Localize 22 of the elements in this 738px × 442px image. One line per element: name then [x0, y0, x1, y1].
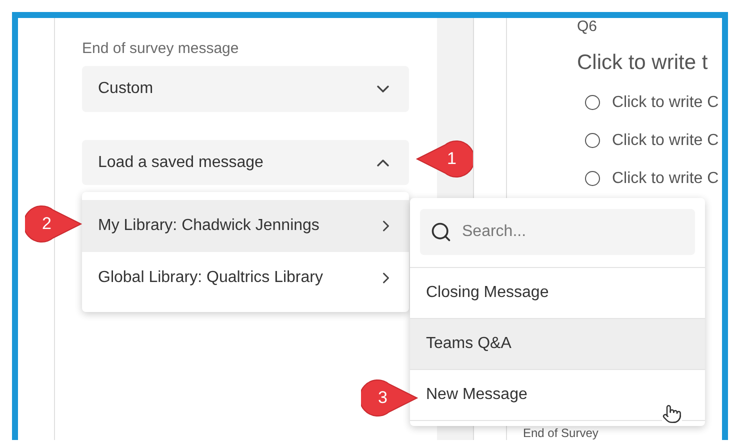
choice-text: Click to write C: [612, 92, 719, 112]
library-menu-item[interactable]: My Library: Chadwick Jennings: [82, 200, 409, 252]
radio-button[interactable]: [585, 95, 600, 110]
step-callout: 3: [361, 378, 419, 418]
message-menu-item[interactable]: Teams Q&A: [410, 319, 705, 370]
search-field[interactable]: Search...: [420, 209, 695, 255]
message-menu-item[interactable]: Closing Message: [410, 268, 705, 319]
radio-button[interactable]: [585, 133, 600, 148]
end-of-survey-label: End of Survey: [523, 426, 598, 440]
field-label: End of survey message: [82, 40, 240, 58]
question-number: Q6: [577, 19, 598, 34]
message-select[interactable]: Custom: [82, 66, 409, 112]
saved-message-select[interactable]: Load a saved message: [82, 140, 409, 185]
library-menu-item[interactable]: Global Library: Qualtrics Library: [82, 252, 409, 304]
step-callout: 2: [25, 204, 83, 244]
question-text: Click to write t: [577, 50, 709, 76]
choice-text: Click to write C: [612, 168, 719, 188]
message-menu-item[interactable]: New Message: [410, 370, 705, 421]
search-icon: [430, 221, 452, 243]
choice-text: Click to write C: [612, 130, 719, 150]
radio-button[interactable]: [585, 171, 600, 186]
step-callout: 1: [415, 139, 473, 179]
